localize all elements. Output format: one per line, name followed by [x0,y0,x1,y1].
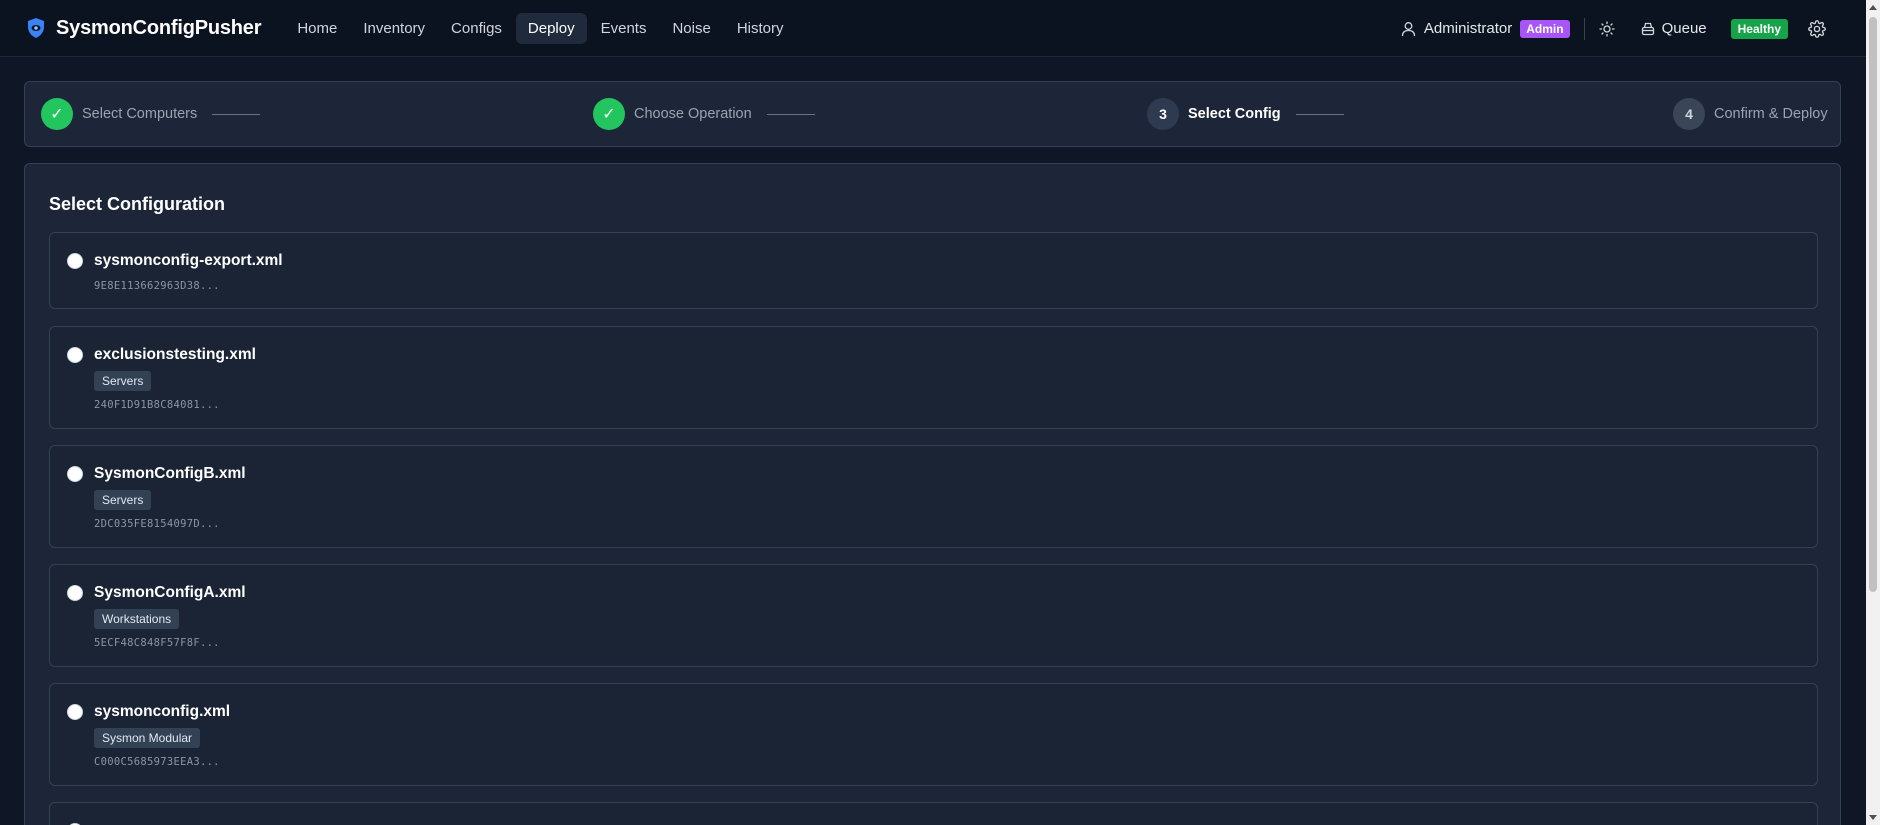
brand[interactable]: SysmonConfigPusher [26,16,262,40]
nav-configs[interactable]: Configs [439,13,514,44]
step-connector [212,113,261,115]
config-name: SysmonConfigA.xml [94,584,246,601]
config-option[interactable]: SysmonConfigA.xml Workstations 5ECF48C84… [49,564,1818,667]
divider [1583,17,1585,40]
config-hash: C000C5685973EEA3... [94,756,220,768]
scroll-up-arrow-icon[interactable] [1869,5,1877,10]
nav-home[interactable]: Home [285,13,349,44]
user-icon [1401,21,1416,36]
check-icon: ✓ [41,98,73,130]
top-navbar: SysmonConfigPusher Home Inventory Config… [0,0,1866,57]
step-connector [766,113,815,115]
step-select-computers[interactable]: ✓ Select Computers [41,98,261,130]
config-hash: 240F1D91B8C84081... [94,399,220,411]
header-actions: Administrator Admin Queue Healthy [1401,0,1826,57]
user-name: Administrator [1423,20,1513,37]
nav-events[interactable]: Events [589,13,659,44]
page-scrollbar[interactable] [1866,0,1880,825]
step-number: 4 [1673,98,1705,130]
step-label: Choose Operation [634,106,752,122]
main-nav: Home Inventory Configs Deploy Events Noi… [285,12,797,44]
config-option[interactable] [49,802,1818,825]
config-tag: Workstations [94,609,180,629]
config-radio[interactable] [67,347,83,363]
config-option[interactable]: SysmonConfigB.xml Servers 2DC035FE815409… [49,445,1818,548]
nav-history[interactable]: History [725,13,796,44]
config-option[interactable]: exclusionstesting.xml Servers 240F1D91B8… [49,326,1818,429]
app-title: SysmonConfigPusher [56,16,262,39]
user-menu[interactable]: Administrator Admin [1401,19,1570,38]
scroll-down-arrow-icon[interactable] [1869,815,1877,820]
config-tag: Servers [94,490,152,510]
config-name: SysmonConfigB.xml [94,465,246,482]
config-name: exclusionstesting.xml [94,346,256,363]
config-radio[interactable] [67,704,83,720]
config-radio[interactable] [67,585,83,601]
step-label: Confirm & Deploy [1714,106,1828,122]
step-number: 3 [1147,98,1179,130]
config-hash: 5ECF48C848F57F8F... [94,637,220,649]
config-hash: 2DC035FE8154097D... [94,518,220,530]
step-select-config[interactable]: 3 Select Config [1147,98,1344,130]
queue-icon [1641,22,1654,35]
config-tag: Sysmon Modular [94,728,201,748]
role-badge: Admin [1520,19,1570,38]
config-option[interactable]: sysmonconfig.xml Sysmon Modular C000C568… [49,683,1818,786]
config-radio[interactable] [67,253,83,269]
config-name: sysmonconfig.xml [94,703,231,720]
config-tag: Servers [94,371,152,391]
config-selection-card: Select Configuration sysmonconfig-export… [24,163,1841,825]
config-name: sysmonconfig-export.xml [94,252,283,269]
health-status-badge: Healthy [1730,18,1788,39]
check-icon: ✓ [593,98,625,130]
nav-inventory[interactable]: Inventory [351,13,437,44]
step-label: Select Computers [82,106,198,122]
section-title: Select Configuration [49,194,226,214]
step-connector [1295,113,1344,115]
scroll-thumb[interactable] [1869,17,1877,592]
shield-icon [28,18,44,38]
config-hash: 9E8E113662963D38... [94,280,220,292]
queue-label: Queue [1661,20,1707,37]
step-confirm-deploy[interactable]: 4 Confirm & Deploy [1673,98,1828,130]
step-label: Select Config [1188,106,1281,122]
sun-icon[interactable] [1598,20,1615,37]
config-radio[interactable] [67,466,83,482]
nav-noise[interactable]: Noise [660,13,722,44]
step-choose-operation[interactable]: ✓ Choose Operation [593,98,815,130]
queue-button[interactable]: Queue [1641,20,1707,37]
gear-icon[interactable] [1808,19,1826,38]
config-option[interactable]: sysmonconfig-export.xml 9E8E113662963D38… [49,232,1818,309]
deploy-stepper: ✓ Select Computers ✓ Choose Operation 3 … [24,81,1841,147]
nav-deploy[interactable]: Deploy [515,12,587,44]
